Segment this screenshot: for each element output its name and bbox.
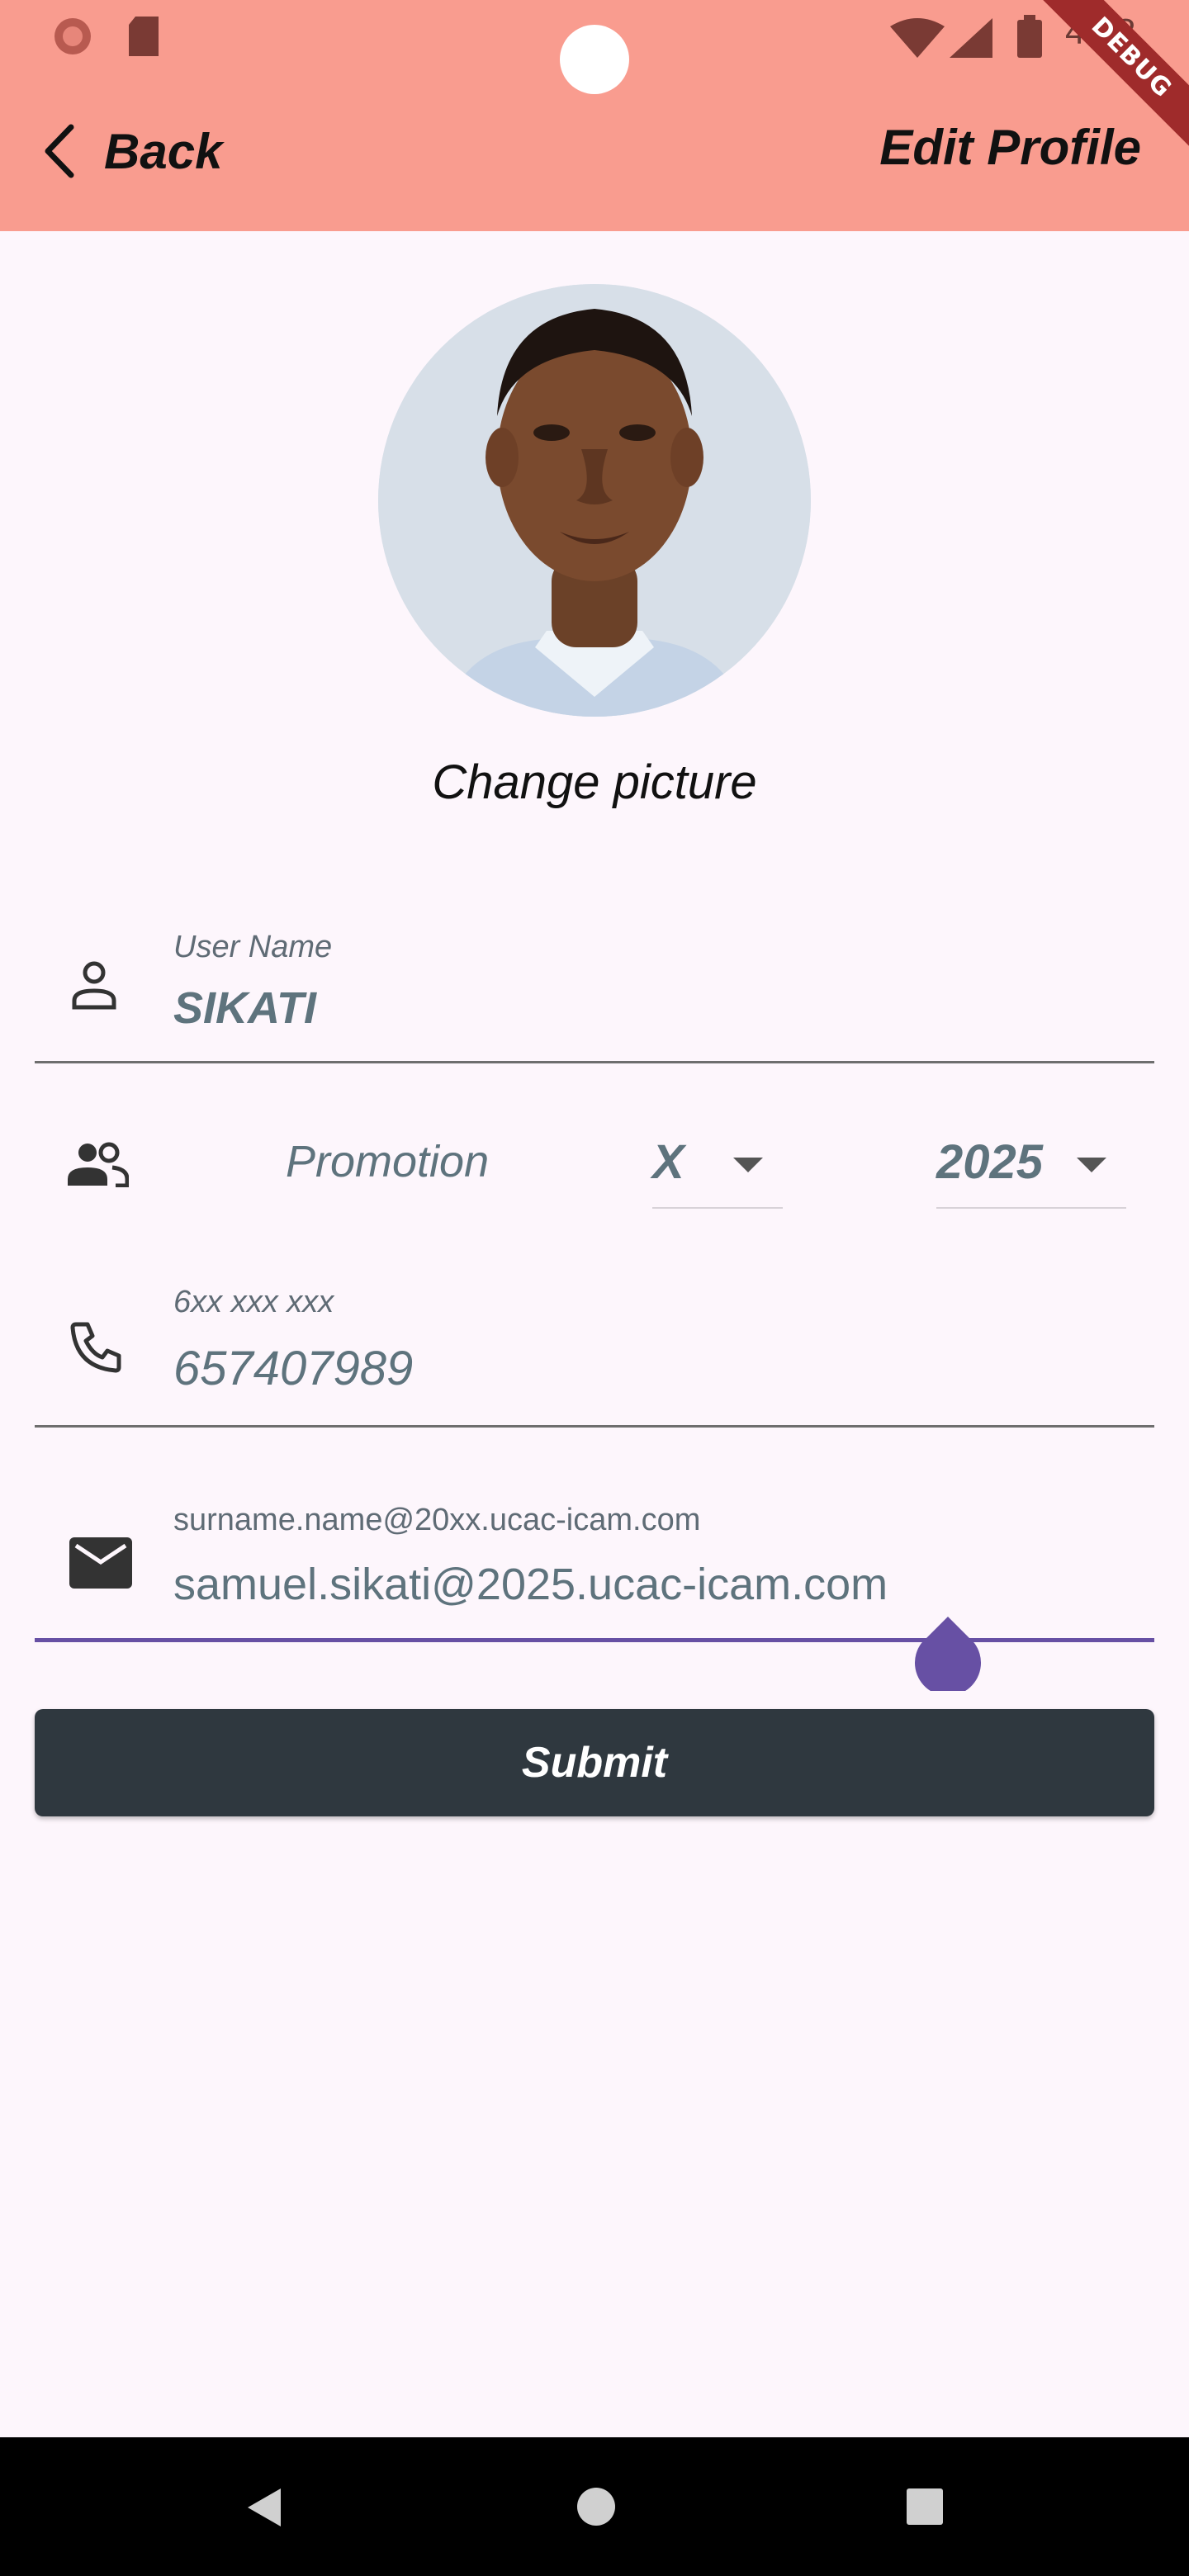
promotion-letter-value: X: [652, 1135, 685, 1189]
nav-back-icon[interactable]: [244, 2487, 282, 2528]
page-title: Edit Profile: [879, 120, 1141, 175]
username-underline: [35, 1061, 1154, 1063]
back-button[interactable]: Back: [40, 114, 254, 188]
username-value: SIKATI: [173, 983, 316, 1033]
person-icon: [72, 961, 116, 1010]
promotion-label: Promotion: [286, 1137, 490, 1186]
back-label: Back: [104, 123, 223, 179]
phone-icon: [70, 1322, 121, 1373]
promotion-year-dropdown[interactable]: 2025: [936, 1118, 1126, 1209]
system-nav-bar: [0, 2437, 1189, 2576]
profile-avatar[interactable]: [378, 284, 811, 717]
promotion-letter-underline: [652, 1207, 783, 1209]
app-bar: 4:58 DEBUG Back Edit Profile: [0, 0, 1189, 231]
wifi-icon: [890, 18, 945, 58]
nav-home-icon[interactable]: [576, 2487, 616, 2526]
chevron-down-icon: [733, 1158, 763, 1172]
phone-label: 6xx xxx xxx: [173, 1285, 334, 1319]
email-underline-focused: [35, 1638, 1154, 1642]
username-label: User Name: [173, 930, 333, 964]
status-bar: 4:58: [0, 0, 1189, 94]
cell-signal-icon: [950, 18, 992, 58]
email-label: surname.name@20xx.ucac-icam.com: [173, 1503, 701, 1537]
phone-input[interactable]: 657407989: [173, 1341, 413, 1396]
submit-label: Submit: [521, 1739, 668, 1787]
promotion-year-underline: [936, 1207, 1126, 1209]
change-picture-link[interactable]: Change picture: [0, 755, 1189, 810]
chevron-down-icon: [1077, 1158, 1106, 1172]
phone-underline: [35, 1425, 1154, 1428]
mail-icon: [69, 1537, 132, 1589]
username-field[interactable]: User Name SIKATI: [35, 916, 1154, 1065]
promotion-year-value: 2025: [936, 1135, 1044, 1189]
text-cursor-handle[interactable]: [915, 1617, 981, 1691]
back-chevron-icon: [45, 124, 74, 178]
submit-button[interactable]: Submit: [35, 1709, 1154, 1816]
nav-recents-icon[interactable]: [907, 2488, 943, 2525]
profile-photo: [378, 284, 811, 717]
promotion-letter-dropdown[interactable]: X: [652, 1118, 783, 1209]
settings-gear-icon: [54, 18, 91, 54]
phone-field[interactable]: 6xx xxx xxx 657407989: [35, 1271, 1154, 1428]
email-input[interactable]: samuel.sikati@2025.ucac-icam.com: [173, 1559, 888, 1610]
people-icon: [68, 1142, 129, 1187]
camera-cutout: [560, 25, 629, 94]
sd-card-icon: [129, 17, 159, 56]
email-field[interactable]: surname.name@20xx.ucac-icam.com samuel.s…: [35, 1494, 1154, 1643]
